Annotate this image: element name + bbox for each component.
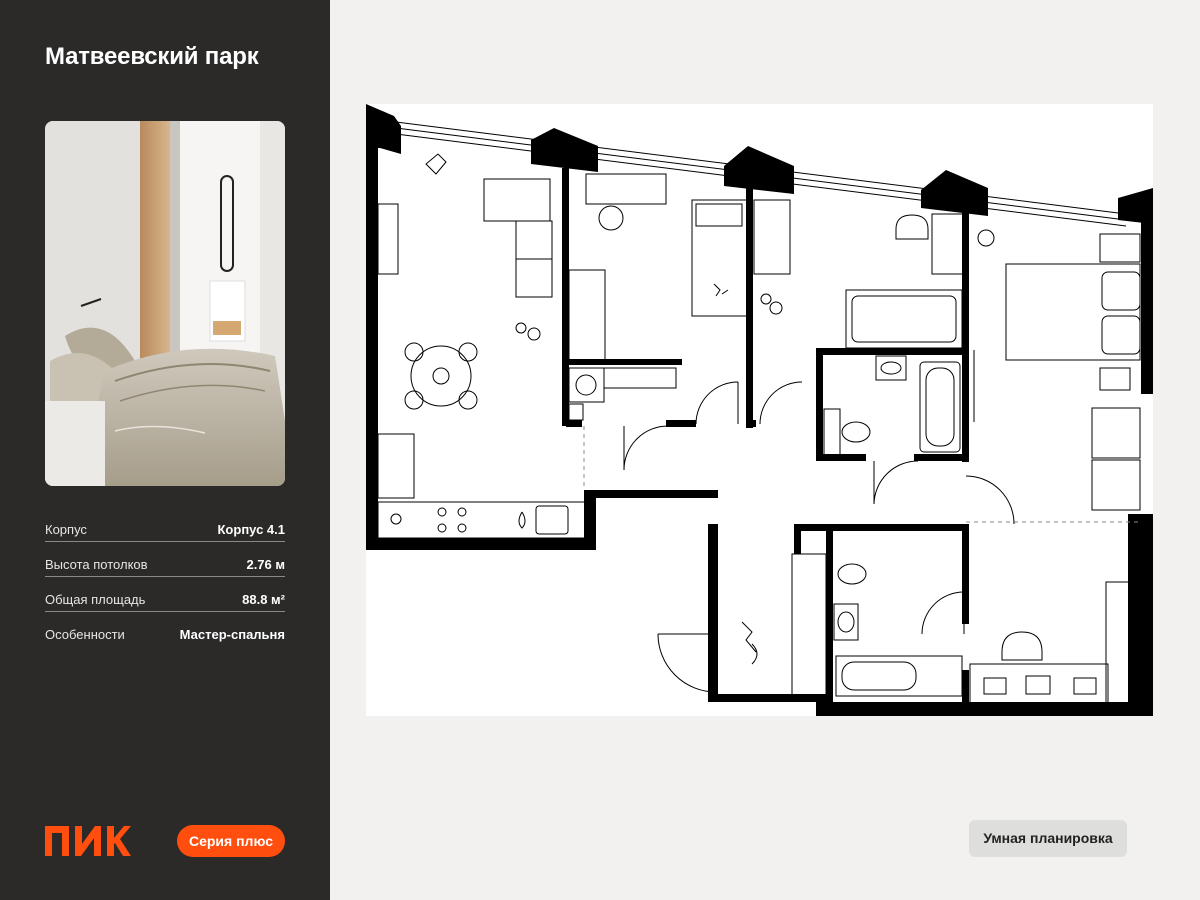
interior-walls bbox=[562, 168, 969, 710]
dining-table bbox=[404, 342, 478, 410]
bathroom1-fixtures bbox=[823, 355, 961, 456]
bathroom2-fixtures bbox=[791, 553, 963, 701]
kids-bedroom-furniture bbox=[568, 173, 791, 361]
project-title: Матвеевский парк bbox=[45, 43, 259, 70]
floor-plan bbox=[366, 104, 1153, 716]
interior-photo bbox=[45, 121, 285, 486]
study-furniture bbox=[969, 581, 1141, 705]
spec-value: 2.76 м bbox=[246, 557, 285, 572]
spec-value: 88.8 м² bbox=[242, 592, 285, 607]
series-plus-button[interactable]: Серия плюс bbox=[177, 825, 285, 857]
pik-logo bbox=[45, 826, 131, 856]
kitchen-furniture bbox=[377, 433, 587, 539]
master-bedroom-furniture bbox=[973, 229, 1141, 511]
spec-row-area: Общая площадь 88.8 м² bbox=[45, 588, 285, 612]
spec-label: Корпус bbox=[45, 522, 87, 537]
spec-value: Мастер-спальня bbox=[179, 627, 285, 642]
spec-value: Корпус 4.1 bbox=[217, 522, 286, 537]
spec-row-building: Корпус Корпус 4.1 bbox=[45, 518, 285, 542]
spec-row-ceiling: Высота потолков 2.76 м bbox=[45, 553, 285, 577]
spec-label: Высота потолков bbox=[45, 557, 148, 572]
spec-label: Общая площадь bbox=[45, 592, 146, 607]
specs-list: Корпус Корпус 4.1 Высота потолков 2.76 м… bbox=[45, 518, 285, 658]
hallway-items bbox=[741, 621, 758, 665]
laundry bbox=[568, 367, 677, 421]
living-furniture bbox=[377, 153, 553, 341]
smart-layout-button[interactable]: Умная планировка bbox=[969, 820, 1127, 857]
bedroom2-furniture bbox=[760, 213, 965, 349]
sidebar: Матвеевский парк Корпус Корпус 4.1 Высот… bbox=[0, 0, 330, 900]
spec-row-features: Особенности Мастер-спальня bbox=[45, 623, 285, 647]
spec-label: Особенности bbox=[45, 627, 125, 642]
